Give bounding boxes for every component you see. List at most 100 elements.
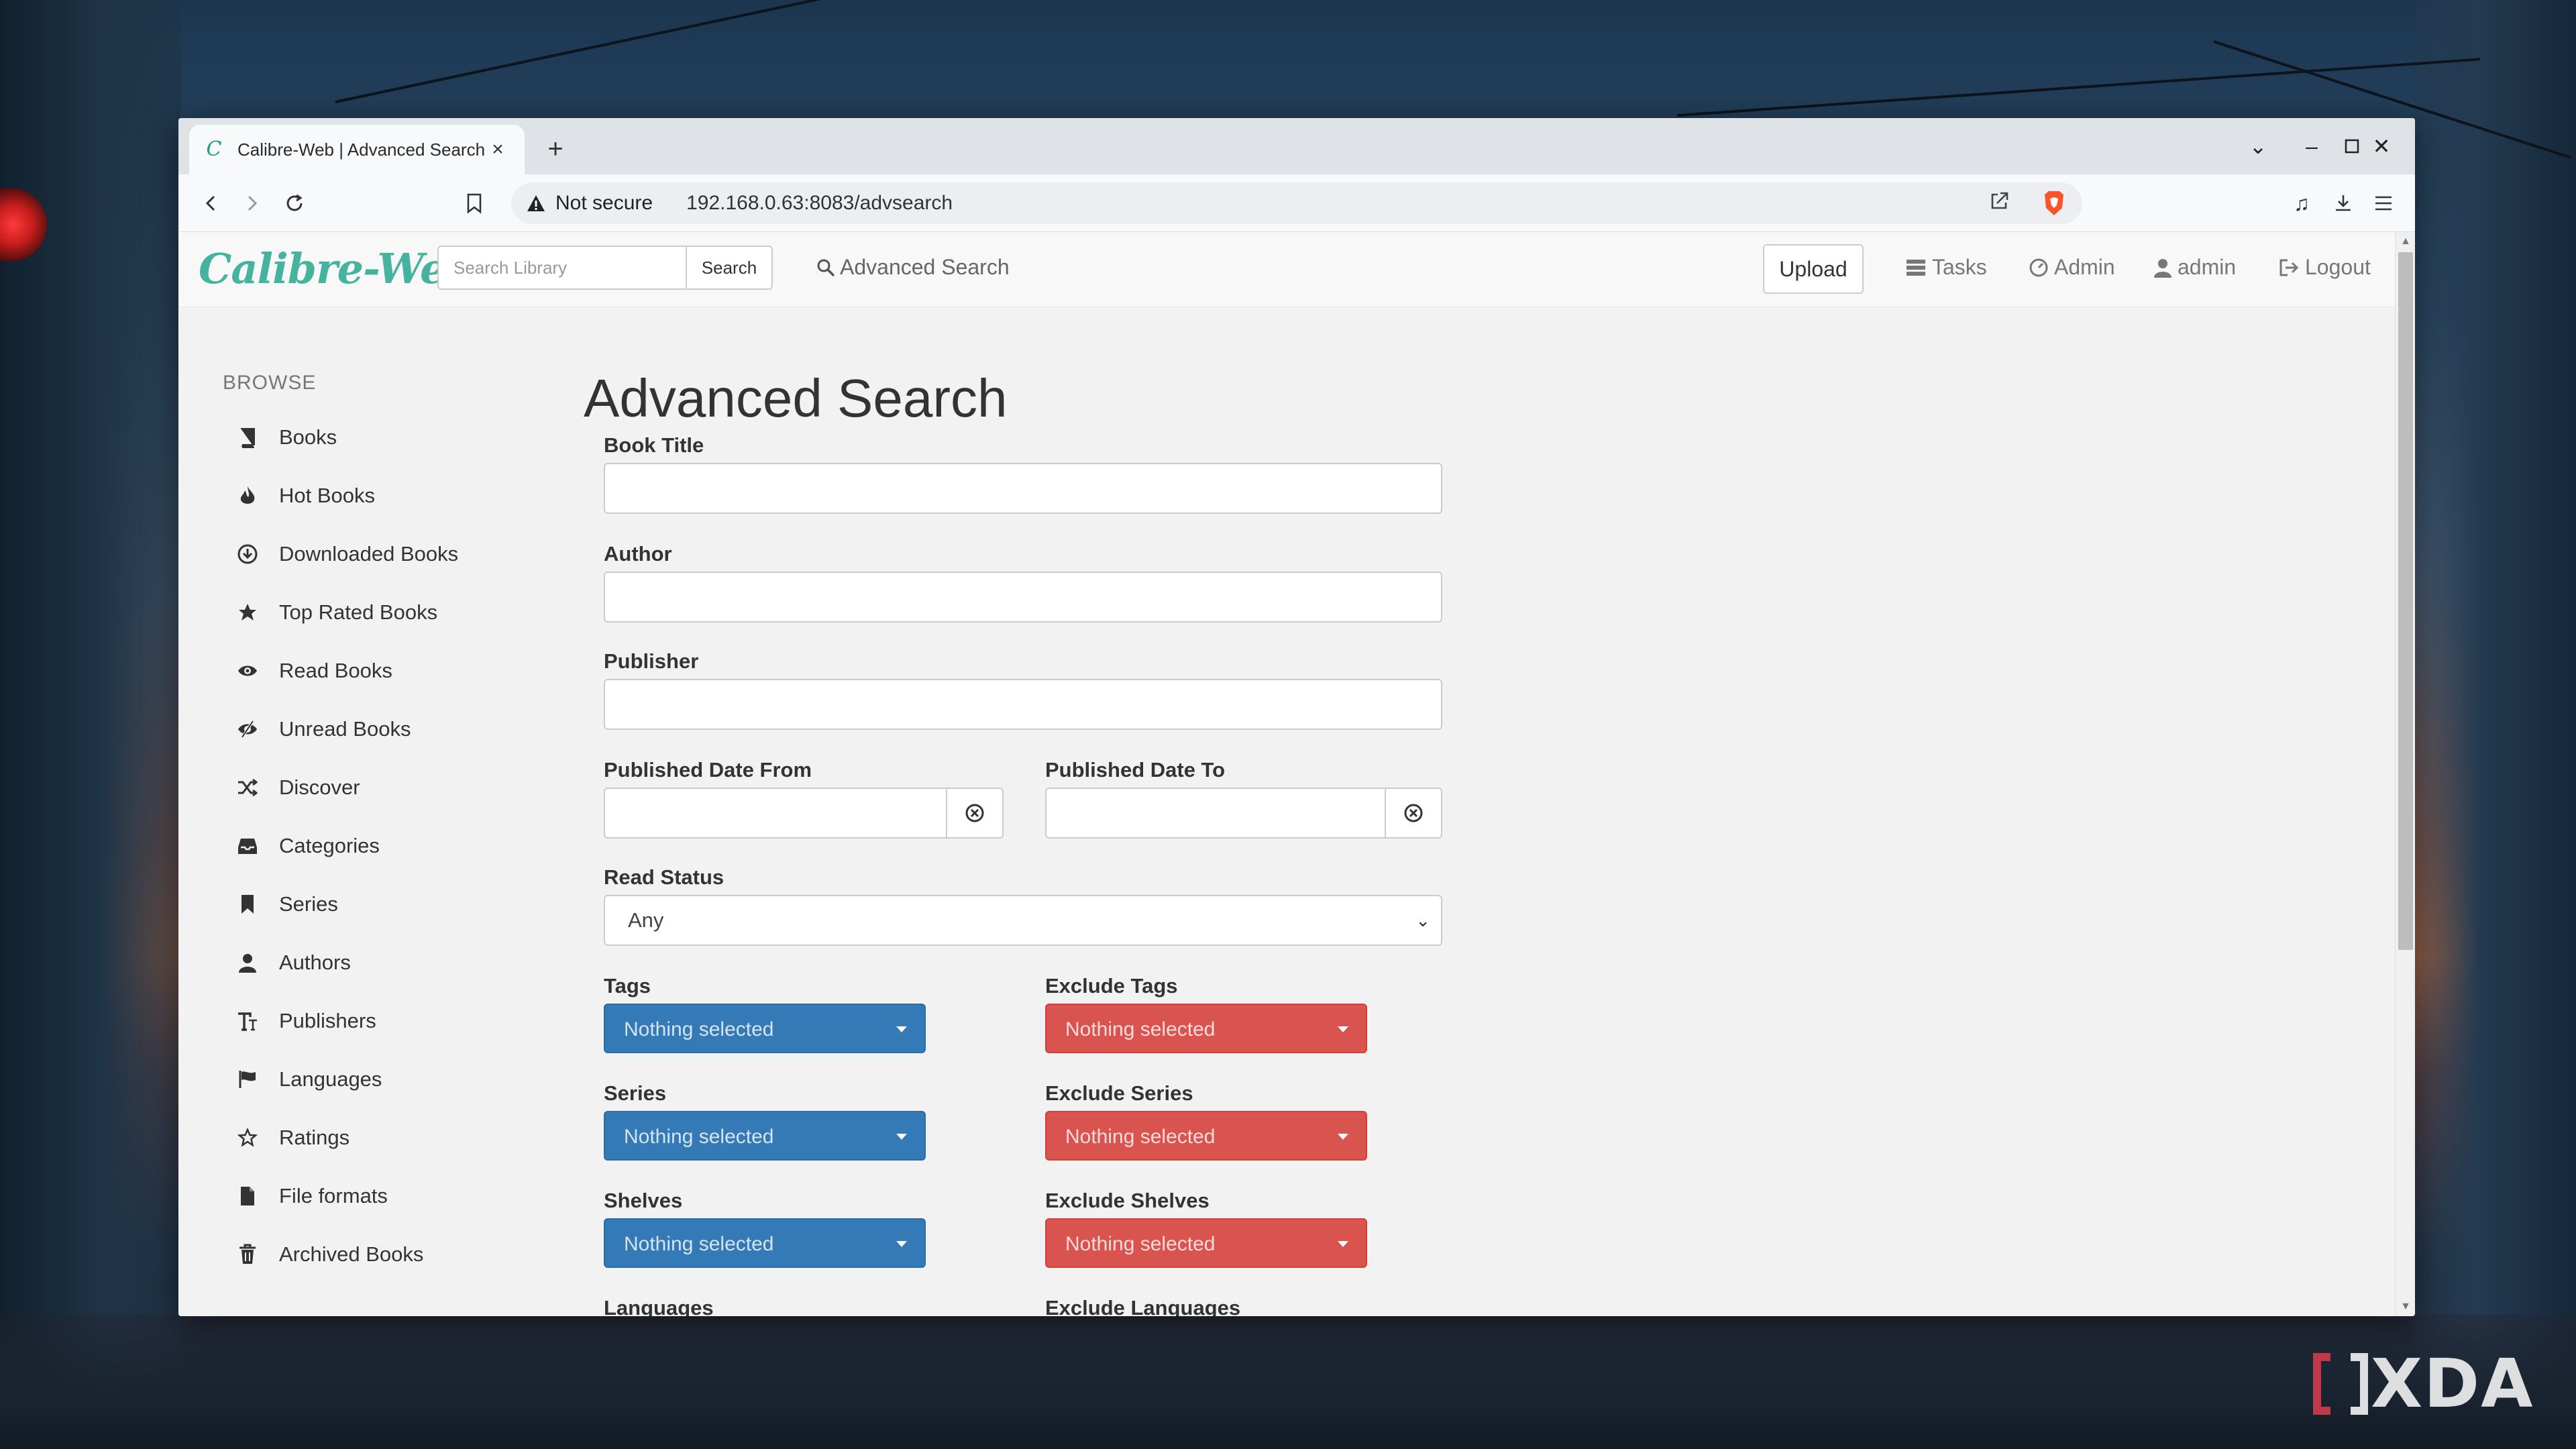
sidebar-item-label: Publishers [279,1009,376,1032]
exclude-shelves-dropdown-value: Nothing selected [1065,1233,1216,1255]
media-music-icon[interactable]: ♫ [2286,188,2317,219]
sidebar-item-series[interactable]: Series [236,884,338,924]
tags-dropdown-value: Nothing selected [624,1018,774,1040]
series-dropdown-value: Nothing selected [624,1126,774,1148]
brave-shields-icon[interactable] [2041,189,2069,217]
sidebar-item-authors[interactable]: Authors [236,943,351,983]
sidebar-item-categories[interactable]: Categories [236,826,380,866]
share-icon[interactable] [1986,189,2014,217]
browse-heading: BROWSE [223,372,317,394]
author-input[interactable] [604,572,1442,623]
trash-icon [236,1243,259,1266]
sidebar-item-label: Top Rated Books [279,600,438,624]
sidebar-item-label: Read Books [279,659,392,682]
published-date-from-input[interactable] [604,788,947,839]
sidebar-item-ratings[interactable]: Ratings [236,1118,350,1158]
sidebar-item-books[interactable]: Books [236,417,337,458]
sidebar-item-hot-books[interactable]: Hot Books [236,476,375,516]
book-title-label: Book Title [604,433,704,457]
sidebar-item-file-formats[interactable]: File formats [236,1176,388,1216]
address-bar[interactable]: Not secure 192.168.0.63:8083/advsearch [511,182,2082,224]
scroll-down-arrow-icon[interactable]: ▼ [2396,1297,2415,1316]
shelves-label: Shelves [604,1189,683,1212]
browser-tab[interactable]: C Calibre-Web | Advanced Search × [189,125,525,174]
xda-watermark: XDA [2310,1344,2534,1423]
exclude-tags-dropdown[interactable]: Nothing selected [1045,1004,1367,1053]
languages-label: Languages [604,1296,714,1316]
sidebar-item-downloaded-books[interactable]: Downloaded Books [236,534,458,574]
read-status-select[interactable]: Any ⌄ [604,895,1442,946]
browser-window: C Calibre-Web | Advanced Search × + ⌄ – … [178,118,2415,1316]
upload-button[interactable]: Upload [1763,244,1864,294]
caret-down-icon [896,1241,907,1247]
published-date-to-input[interactable] [1045,788,1386,839]
tab-search-chevron-icon[interactable]: ⌄ [2231,127,2285,165]
tasks-link[interactable]: Tasks [1905,255,1987,280]
sidebar-item-top-rated-books[interactable]: Top Rated Books [236,592,437,633]
sidebar-item-archived-books[interactable]: Archived Books [236,1234,423,1275]
close-tab-icon[interactable]: × [486,138,510,162]
star-icon [236,601,259,624]
fire-icon [236,484,259,507]
user-profile-link[interactable]: admin [2153,255,2236,280]
published-date-to-group [1045,788,1442,839]
forward-arrow-icon[interactable] [236,188,267,219]
publisher-input[interactable] [604,679,1442,730]
browser-toolbar: Not secure 192.168.0.63:8083/advsearch ♫ [178,174,2415,232]
reload-icon[interactable] [279,188,310,219]
sidebar-item-languages[interactable]: Languages [236,1059,382,1099]
remove-circle-icon [965,804,984,822]
page-scrollbar[interactable]: ▲ ▼ [2395,232,2415,1316]
clear-date-to-button[interactable] [1386,788,1442,839]
inbox-icon [236,835,259,857]
sidebar-item-discover[interactable]: Discover [236,767,360,808]
bookmark-page-icon[interactable] [459,188,490,219]
search-library-input[interactable]: Search Library [437,246,687,290]
close-window-button[interactable]: ✕ [2355,127,2408,165]
sidebar-item-read-books[interactable]: Read Books [236,651,392,691]
clear-date-from-button[interactable] [947,788,1004,839]
not-secure-label: Not secure [555,192,653,214]
calibre-web-logo[interactable]: Calibre-Web [199,244,475,293]
exclude-shelves-dropdown[interactable]: Nothing selected [1045,1218,1367,1268]
calibre-favicon-icon: C [206,138,222,161]
advanced-search-label: Advanced Search [840,255,1010,279]
download-icon [236,543,259,566]
star-empty-icon [236,1126,259,1149]
sidebar-item-label: Discover [279,775,360,799]
remove-circle-icon [1404,804,1423,822]
user-icon [236,951,259,974]
new-tab-button[interactable]: + [539,133,572,165]
exclude-tags-label: Exclude Tags [1045,974,1178,998]
user-name-label: admin [2178,255,2237,279]
url-text[interactable]: 192.168.0.63:8083/advsearch [686,192,1986,215]
back-arrow-icon[interactable] [196,188,227,219]
sidebar-item-unread-books[interactable]: Unread Books [236,709,411,749]
book-title-input[interactable] [604,463,1442,514]
sidebar-item-label: Hot Books [279,484,376,507]
admin-settings-link[interactable]: Admin [2029,255,2115,280]
series-dropdown[interactable]: Nothing selected [604,1111,926,1161]
tasks-label: Tasks [1932,255,1987,279]
shelves-dropdown[interactable]: Nothing selected [604,1218,926,1268]
exclude-series-label: Exclude Series [1045,1081,1193,1105]
scroll-up-arrow-icon[interactable]: ▲ [2396,232,2415,251]
sidebar-item-label: File formats [279,1184,388,1208]
published-date-to-label: Published Date To [1045,758,1226,782]
read-status-label: Read Status [604,865,724,889]
tags-dropdown[interactable]: Nothing selected [604,1004,926,1053]
logout-link[interactable]: Logout [2278,255,2371,280]
search-button[interactable]: Search [686,246,773,290]
shelves-dropdown-value: Nothing selected [624,1233,774,1255]
wallpaper-wire [335,0,926,103]
search-icon [817,259,835,276]
exclude-series-dropdown[interactable]: Nothing selected [1045,1111,1367,1161]
caret-down-icon [1338,1134,1348,1140]
advanced-search-link[interactable]: Advanced Search [816,255,1010,280]
sidebar-item-publishers[interactable]: Publishers [236,1001,376,1041]
downloads-icon[interactable] [2328,188,2359,219]
browser-menu-icon[interactable] [2368,188,2399,219]
caret-down-icon [1338,1241,1348,1247]
scrollbar-thumb[interactable] [2398,252,2413,950]
exclude-languages-label: Exclude Languages [1045,1296,1241,1316]
